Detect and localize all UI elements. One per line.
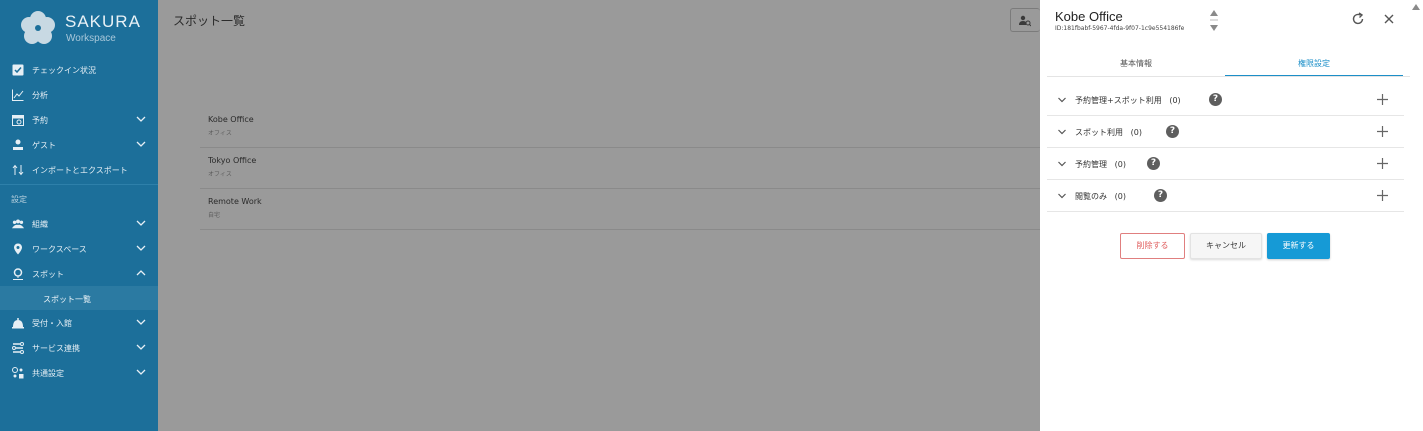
spot-name: Kobe Office xyxy=(208,115,254,124)
table-row[interactable]: Kobe Office オフィス xyxy=(200,107,1045,148)
spot-type: オフィス xyxy=(208,130,232,137)
import-export-icon xyxy=(12,164,24,176)
sidebar-section-label: 設定 xyxy=(11,195,27,204)
help-icon[interactable]: ? xyxy=(1154,189,1167,202)
sidebar-item-label: 組織 xyxy=(32,220,48,229)
chevron-down-icon xyxy=(136,245,146,251)
sidebar-item-integration[interactable]: サービス連携 xyxy=(0,336,158,360)
accordion-label: 予約管理 (0) xyxy=(1075,160,1126,169)
sidebar-item-organization[interactable]: 組織 xyxy=(0,212,158,236)
tab-divider xyxy=(1047,76,1410,77)
sidebar-item-checkin[interactable]: チェックイン状況 xyxy=(0,58,158,82)
integration-icon xyxy=(12,342,24,354)
refresh-icon[interactable] xyxy=(1351,12,1365,26)
panel-title: Kobe Office xyxy=(1055,9,1123,24)
tab-basic-info[interactable]: 基本情報 xyxy=(1047,51,1225,77)
search-user-button[interactable] xyxy=(1010,8,1040,32)
chevron-down-icon xyxy=(136,141,146,147)
spot-type: 自宅 xyxy=(208,212,221,219)
brand-subtitle: Workspace xyxy=(66,33,116,44)
sidebar-subitem-label: スポット一覧 xyxy=(43,295,91,304)
chevron-down-icon xyxy=(1058,161,1066,167)
sidebar-item-common-settings[interactable]: 共通設定 xyxy=(0,361,158,385)
spot-pin-icon xyxy=(13,268,23,280)
detail-panel: Kobe Office ID:181fbabf-5967-4fda-9f07-1… xyxy=(1040,0,1423,431)
chevron-down-icon xyxy=(136,116,146,122)
chevron-down-icon xyxy=(136,344,146,350)
sidebar-item-workspace[interactable]: ワークスペース xyxy=(0,237,158,261)
spot-name: Tokyo Office xyxy=(208,156,257,165)
sidebar-item-reception[interactable]: 受付・入館 xyxy=(0,311,158,335)
sidebar-item-label: 分析 xyxy=(32,91,48,100)
chevron-down-icon xyxy=(136,220,146,226)
bell-icon xyxy=(12,318,24,329)
sidebar-item-label: チェックイン状況 xyxy=(32,66,96,75)
sidebar-item-label: ゲスト xyxy=(32,141,56,150)
table-row[interactable]: Remote Work 自宅 xyxy=(200,189,1045,230)
people-icon xyxy=(12,219,24,229)
chart-line-icon xyxy=(12,89,24,101)
logo[interactable]: SAKURA Workspace xyxy=(20,10,150,48)
spot-type: オフィス xyxy=(208,171,232,178)
tab-permissions[interactable]: 権限設定 xyxy=(1225,51,1403,77)
plus-icon[interactable] xyxy=(1377,94,1388,105)
sidebar-item-analytics[interactable]: 分析 xyxy=(0,83,158,107)
chevron-up-icon xyxy=(136,270,146,276)
chevron-down-icon xyxy=(1058,97,1066,103)
sidebar-divider xyxy=(0,184,158,185)
plus-icon[interactable] xyxy=(1377,190,1388,201)
sidebar-item-reservation[interactable]: 予約 xyxy=(0,108,158,132)
sidebar-item-label: サービス連携 xyxy=(32,344,80,353)
update-button[interactable]: 更新する xyxy=(1267,233,1330,259)
panel-id: ID:181fbabf-5967-4fda-9f07-1c9e554186fe xyxy=(1055,25,1185,32)
calendar-icon xyxy=(12,115,24,126)
scroll-up-arrow-icon[interactable] xyxy=(1411,3,1421,11)
delete-button[interactable]: 削除する xyxy=(1120,233,1185,259)
help-icon[interactable]: ? xyxy=(1166,125,1179,138)
brand-name: SAKURA xyxy=(65,12,141,31)
sidebar-subitem-spot-list[interactable]: スポット一覧 xyxy=(0,286,158,310)
accordion-label: スポット利用 (0) xyxy=(1075,128,1142,137)
help-icon[interactable]: ? xyxy=(1147,157,1160,170)
guest-icon xyxy=(13,139,23,150)
sidebar-item-label: スポット xyxy=(32,270,64,279)
checkbox-icon xyxy=(12,64,24,76)
accordion-label: 閲覧のみ (0) xyxy=(1075,192,1126,201)
chevron-down-icon xyxy=(1058,129,1066,135)
page-title: スポット一覧 xyxy=(173,14,246,28)
help-icon[interactable]: ? xyxy=(1209,93,1222,106)
sort-icon[interactable] xyxy=(1209,9,1219,33)
close-icon[interactable] xyxy=(1382,12,1396,26)
chevron-down-icon xyxy=(1058,193,1066,199)
chevron-down-icon xyxy=(136,369,146,375)
chevron-down-icon xyxy=(136,319,146,325)
sidebar-item-spot[interactable]: スポット xyxy=(0,262,158,286)
accordion-label: 予約管理+スポット利用 (0) xyxy=(1075,96,1181,105)
user-search-icon xyxy=(1019,15,1031,27)
sakura-flower-icon xyxy=(21,11,55,44)
location-pin-icon xyxy=(14,243,22,255)
cancel-button[interactable]: キャンセル xyxy=(1190,233,1262,259)
sidebar-item-guest[interactable]: ゲスト xyxy=(0,133,158,157)
accordion-reservation[interactable]: 予約管理 (0) ? xyxy=(1047,148,1404,180)
sidebar-item-import-export[interactable]: インポートとエクスポート xyxy=(0,158,158,182)
table-row[interactable]: Tokyo Office オフィス xyxy=(200,148,1045,189)
sidebar-item-label: インポートとエクスポート xyxy=(32,166,128,175)
sidebar: SAKURA Workspace チェックイン状況 分析 予約 ゲスト インポー… xyxy=(0,0,158,431)
sidebar-item-label: 予約 xyxy=(32,116,48,125)
settings-shapes-icon xyxy=(12,367,24,379)
plus-icon[interactable] xyxy=(1377,158,1388,169)
spot-name: Remote Work xyxy=(208,197,262,206)
sidebar-item-label: 共通設定 xyxy=(32,369,64,378)
plus-icon[interactable] xyxy=(1377,126,1388,137)
accordion-reservation-spot[interactable]: 予約管理+スポット利用 (0) ? xyxy=(1047,84,1404,116)
accordion-spot-use[interactable]: スポット利用 (0) ? xyxy=(1047,116,1404,148)
sidebar-item-label: 受付・入館 xyxy=(32,319,72,328)
accordion-view-only[interactable]: 閲覧のみ (0) ? xyxy=(1047,180,1404,212)
sidebar-item-label: ワークスペース xyxy=(32,245,87,254)
